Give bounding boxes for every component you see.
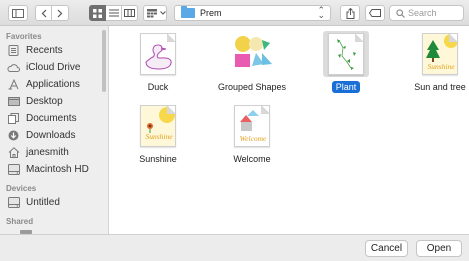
sidebar-toggle-icon — [12, 8, 24, 18]
toolbar: Prem ⌃ ⌄ — [0, 0, 469, 26]
sidebar-scrollbar[interactable] — [102, 30, 106, 92]
sidebar-item-applications[interactable]: Applications — [7, 77, 80, 92]
file-thumbnail: Welcome — [229, 103, 275, 149]
chevron-down-icon — [160, 11, 166, 15]
file-item-sunshine[interactable]: Sunshine Sunshine — [112, 103, 204, 165]
plant-thumbnail-image — [328, 33, 364, 75]
sidebar: Favorites Recents iCloud Drive Applicati… — [0, 26, 109, 234]
location-popup[interactable]: Prem ⌃ ⌄ — [174, 5, 331, 21]
sidebar-item-label: Documents — [26, 113, 77, 124]
file-name: Duck — [147, 82, 169, 92]
disk-icon — [7, 197, 20, 209]
tag-icon — [369, 9, 381, 17]
sidebar-item-label: Untitled — [26, 197, 60, 208]
sidebar-item-janesmith[interactable]: janesmith — [7, 145, 69, 160]
welcome-thumbnail-image: Welcome — [234, 105, 270, 147]
grouped-shapes-thumbnail-image — [235, 36, 272, 67]
arrange-icon — [147, 8, 157, 17]
file-item-sun-and-tree[interactable]: Sunshine Sun and tree — [394, 31, 469, 93]
chevron-left-icon — [41, 9, 46, 17]
duck-thumbnail-image — [140, 33, 176, 75]
dialog-footer: Cancel Open — [0, 234, 469, 261]
file-name: Sun and tree — [414, 82, 466, 92]
disk-icon — [7, 164, 20, 176]
search-input[interactable] — [408, 8, 460, 18]
sidebar-toggle-button[interactable] — [8, 5, 28, 21]
icon-view-button[interactable] — [89, 5, 106, 21]
chevron-right-icon — [57, 9, 63, 17]
back-button[interactable] — [35, 5, 52, 21]
sidebar-item-label: Desktop — [26, 96, 63, 107]
applications-icon — [7, 79, 20, 91]
svg-text:Sunshine: Sunshine — [145, 132, 173, 141]
sidebar-item-recents[interactable]: Recents — [7, 43, 63, 58]
folder-icon — [181, 6, 195, 18]
home-icon — [7, 147, 20, 159]
share-button[interactable] — [340, 5, 360, 21]
file-item-duck[interactable]: Duck — [112, 31, 204, 93]
search-icon — [396, 8, 405, 18]
file-item-grouped-shapes[interactable]: Grouped Shapes — [206, 31, 298, 93]
search-field[interactable] — [389, 5, 464, 21]
columns-icon — [124, 9, 135, 17]
recents-icon — [7, 45, 20, 57]
grid-icon — [93, 8, 102, 18]
file-browser: Duck Grouped Shapes Plant Sunshine Sun a… — [110, 26, 469, 234]
sun-and-tree-thumbnail-image: Sunshine — [422, 33, 458, 75]
forward-button[interactable] — [52, 5, 69, 21]
arrange-menu-button[interactable] — [143, 5, 167, 21]
file-thumbnail — [229, 31, 275, 77]
location-label: Prem — [200, 8, 222, 18]
favorites-header: Favorites — [6, 32, 42, 41]
sidebar-item-documents[interactable]: Documents — [7, 111, 77, 126]
back-forward-group — [35, 5, 69, 21]
list-view-button[interactable] — [106, 5, 122, 21]
sidebar-item-label: Applications — [26, 79, 80, 90]
file-thumbnail: Sunshine — [135, 103, 181, 149]
desktop-icon — [7, 96, 20, 108]
file-name: Sunshine — [139, 154, 177, 164]
cloud-icon — [7, 62, 20, 74]
file-thumbnail — [323, 31, 369, 77]
sidebar-item-label: Macintosh HD — [26, 164, 89, 175]
documents-icon — [7, 113, 20, 125]
view-mode-group — [89, 5, 138, 21]
file-name: Grouped Shapes — [217, 82, 287, 92]
downloads-icon — [7, 130, 20, 142]
sidebar-item-label: Downloads — [26, 130, 76, 141]
file-thumbnail: Sunshine — [417, 31, 463, 77]
file-item-plant[interactable]: Plant — [300, 31, 392, 93]
cancel-button[interactable]: Cancel — [365, 240, 408, 257]
sidebar-item-label: iCloud Drive — [26, 62, 81, 73]
file-thumbnail — [135, 31, 181, 77]
file-name: Plant — [331, 81, 361, 93]
svg-text:Welcome: Welcome — [240, 134, 267, 143]
sidebar-item-untitled[interactable]: Untitled — [7, 195, 60, 210]
sidebar-item-icloud-drive[interactable]: iCloud Drive — [7, 60, 80, 75]
sidebar-item-downloads[interactable]: Downloads — [7, 128, 75, 143]
file-name: Welcome — [233, 154, 271, 164]
shared-header: Shared — [6, 217, 34, 226]
tags-button[interactable] — [365, 5, 385, 21]
share-icon — [346, 7, 354, 19]
open-button[interactable]: Open — [416, 240, 462, 257]
sidebar-item-label: janesmith — [26, 147, 69, 158]
sidebar-item-label: Recents — [26, 45, 63, 56]
sidebar-item-macintosh-hd[interactable]: Macintosh HD — [7, 162, 89, 177]
svg-text:Sunshine: Sunshine — [427, 62, 455, 71]
updown-chevron-icon: ⌃ ⌄ — [317, 5, 325, 20]
list-icon — [108, 9, 119, 17]
sunshine-thumbnail-image: Sunshine — [140, 105, 176, 147]
sidebar-item-desktop[interactable]: Desktop — [7, 94, 63, 109]
devices-header: Devices — [6, 184, 37, 193]
file-item-welcome[interactable]: Welcome Welcome — [206, 103, 298, 165]
column-view-button[interactable] — [122, 5, 138, 21]
